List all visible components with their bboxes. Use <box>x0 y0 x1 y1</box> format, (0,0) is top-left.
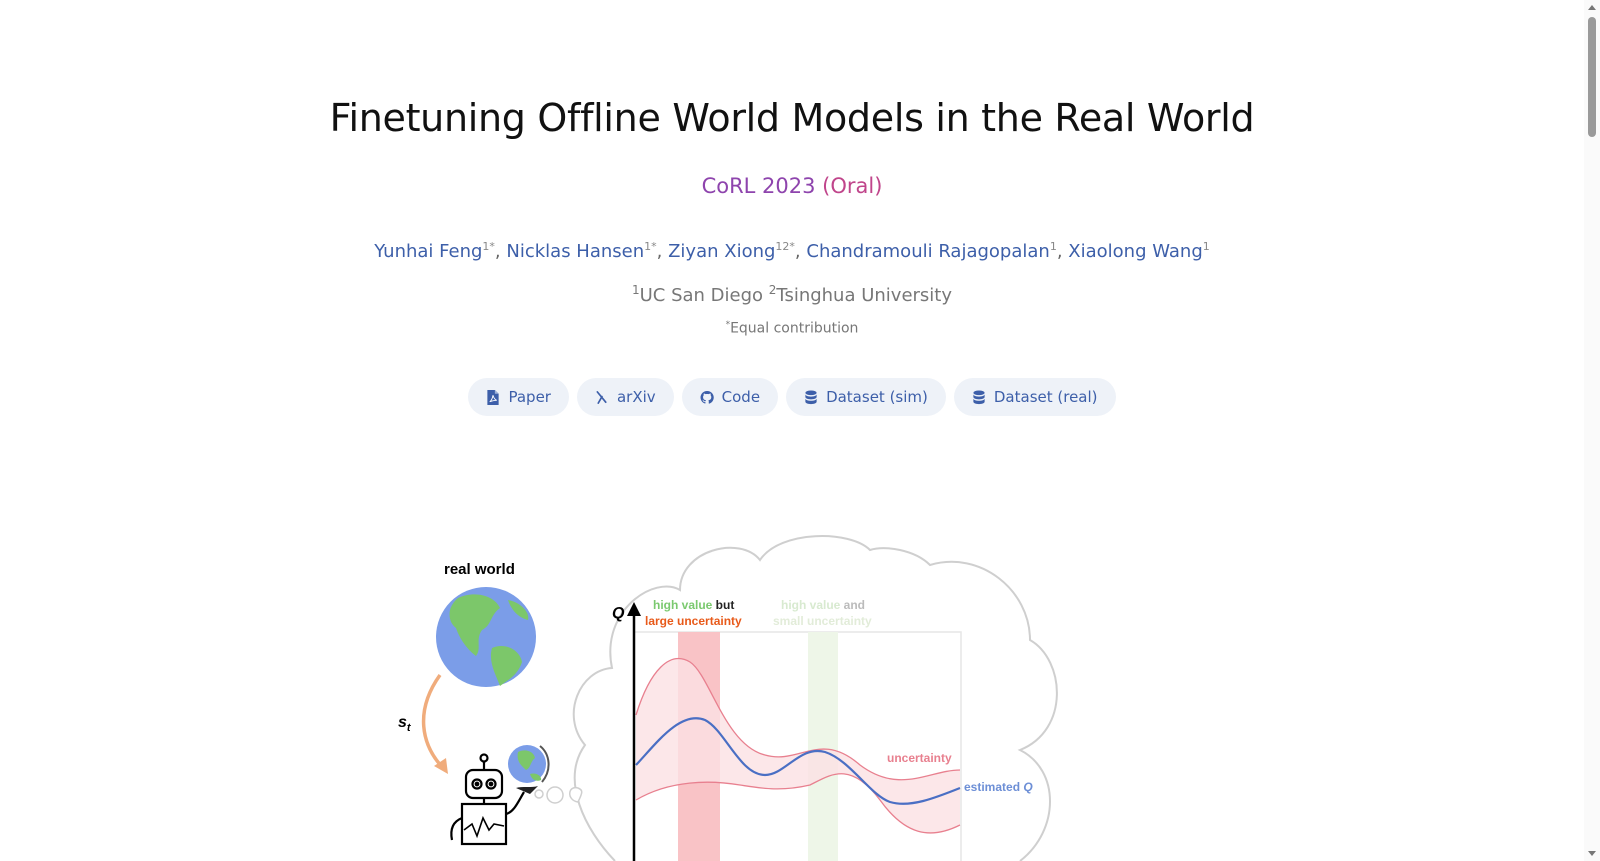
dataset-real-button[interactable]: Dataset (real) <box>953 378 1116 416</box>
state-arrow <box>421 673 447 772</box>
real-world-label: real world <box>444 561 515 578</box>
arxiv-button-label: arXiv <box>616 388 656 406</box>
region2-and: and <box>840 598 865 612</box>
file-pdf-icon <box>487 389 500 405</box>
arxiv-icon <box>596 390 607 404</box>
earth-globe-icon <box>436 587 536 687</box>
estimated-q-symbol: Q <box>1023 780 1033 794</box>
affiliation-mark: 1 <box>631 283 640 297</box>
q-axis-label: Q <box>612 605 625 622</box>
code-button[interactable]: Code <box>681 378 779 416</box>
venue-conference: CoRL 2023 <box>701 174 816 198</box>
author-link[interactable]: Xiaolong Wang <box>1068 241 1202 262</box>
state-symbol: s <box>398 714 407 731</box>
database-icon <box>973 389 985 404</box>
author-link[interactable]: Chandramouli Rajagopalan <box>806 241 1049 262</box>
scroll-up-arrow-icon[interactable] <box>1588 5 1596 10</box>
region1-caption-line2: large uncertainty <box>645 614 742 628</box>
region1-caption-line1: high value but <box>653 598 734 612</box>
region2-high-value: high value <box>781 598 841 612</box>
scroll-down-arrow-icon[interactable] <box>1588 851 1596 856</box>
dataset-sim-button-label: Dataset (sim) <box>826 388 928 406</box>
arxiv-button[interactable]: arXiv <box>576 378 674 416</box>
region1-high-value: high value <box>653 598 713 612</box>
author-link[interactable]: Yunhai Feng <box>374 241 482 262</box>
paper-button-label: Paper <box>508 388 551 406</box>
uncertainty-label: uncertainty <box>887 751 952 765</box>
author-link[interactable]: Ziyan Xiong <box>668 241 775 262</box>
author-affiliation-mark: 1* <box>644 240 657 253</box>
scrollbar-thumb[interactable] <box>1588 17 1596 137</box>
author-affiliation-mark: 1 <box>1049 240 1057 253</box>
project-page: Finetuning Offline World Models in the R… <box>0 0 1600 861</box>
author-affiliation-mark: 12* <box>775 240 795 253</box>
state-subscript: t <box>407 722 412 734</box>
paper-button[interactable]: Paper <box>468 378 569 416</box>
github-icon <box>700 390 714 404</box>
estimated-label-text: estimated <box>964 780 1023 794</box>
small-uncertainty-region <box>808 632 838 861</box>
teaser-figure: Q high value but large uncertainty high … <box>398 535 1058 861</box>
page-title: Finetuning Offline World Models in the R… <box>329 96 1255 140</box>
region1-but: but <box>712 598 734 612</box>
venue-tag: (Oral) <box>822 174 883 198</box>
affiliation-name: UC San Diego <box>639 285 764 306</box>
affiliation-name: Tsinghua University <box>776 285 953 306</box>
dataset-real-button-label: Dataset (real) <box>993 388 1098 406</box>
region2-caption-line1: high value and <box>781 598 865 612</box>
note-text: Equal contribution <box>730 320 859 337</box>
code-button-label: Code <box>721 388 761 406</box>
scrollbar[interactable] <box>1584 0 1600 861</box>
region2-caption-line2: small uncertainty <box>773 614 872 628</box>
database-icon <box>805 389 817 404</box>
state-label: st <box>398 714 412 734</box>
estimated-q-label: estimated Q <box>964 780 1033 794</box>
thought-bubble <box>534 789 544 799</box>
equal-contribution-note: *Equal contribution <box>0 320 1584 337</box>
dataset-sim-button[interactable]: Dataset (sim) <box>786 378 946 416</box>
author-link[interactable]: Nicklas Hansen <box>506 241 644 262</box>
thought-bubble <box>546 786 564 804</box>
link-buttons: Paper arXiv Code Dataset (sim) Dataset (… <box>0 378 1584 416</box>
venue: CoRL 2023 (Oral) <box>0 174 1584 198</box>
author-affiliation-mark: 1 <box>1202 240 1210 253</box>
small-globe-icon <box>508 745 550 794</box>
affiliations: 1UC San Diego 2Tsinghua University <box>0 283 1584 306</box>
author-affiliation-mark: 1* <box>482 240 495 253</box>
author-list: Yunhai Feng1*, Nicklas Hansen1*, Ziyan X… <box>374 240 1210 262</box>
